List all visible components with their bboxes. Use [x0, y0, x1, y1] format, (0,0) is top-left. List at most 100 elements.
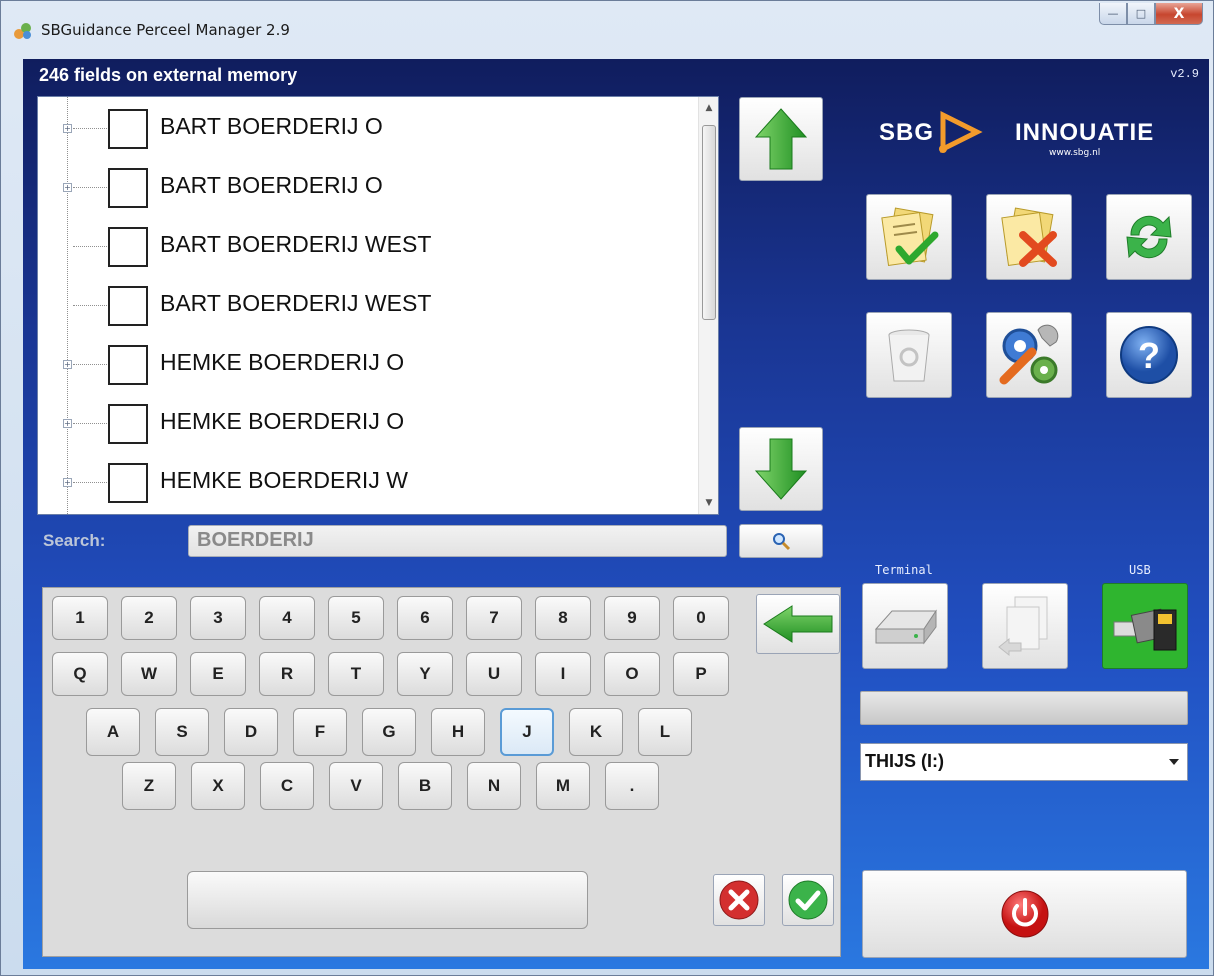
tree-connector	[73, 246, 107, 247]
terminal-label: Terminal	[875, 563, 933, 577]
refresh-icon	[1126, 215, 1172, 259]
tree-connector	[73, 364, 107, 365]
key-5[interactable]: 5	[328, 596, 384, 640]
key-p[interactable]: P	[673, 652, 729, 696]
move-down-button[interactable]	[739, 427, 823, 511]
field-row[interactable]: + HEMKE BOERDERIJ O	[38, 395, 698, 454]
expand-icon[interactable]: +	[63, 124, 72, 133]
confirm-key[interactable]	[782, 874, 834, 926]
tree-connector	[73, 482, 107, 483]
key-g[interactable]: G	[362, 708, 416, 756]
field-row[interactable]: + BART BOERDERIJ O	[38, 159, 698, 218]
key-u[interactable]: U	[466, 652, 522, 696]
copy-files-button[interactable]	[982, 583, 1068, 669]
key-z[interactable]: Z	[122, 762, 176, 810]
key-a[interactable]: A	[86, 708, 140, 756]
field-checkbox[interactable]	[108, 463, 148, 503]
minimize-button[interactable]: —	[1099, 3, 1127, 25]
field-row[interactable]: BART BOERDERIJ WEST	[38, 277, 698, 336]
usb-button[interactable]	[1102, 583, 1188, 669]
key-m[interactable]: M	[536, 762, 590, 810]
key-o[interactable]: O	[604, 652, 660, 696]
app-icon	[14, 23, 31, 39]
sync-button[interactable]	[1106, 194, 1192, 280]
key-r[interactable]: R	[259, 652, 315, 696]
expand-icon[interactable]: +	[63, 478, 72, 487]
key-l[interactable]: L	[638, 708, 692, 756]
delete-button[interactable]	[866, 312, 952, 398]
accept-files-button[interactable]	[866, 194, 952, 280]
expand-icon[interactable]: +	[63, 360, 72, 369]
cancel-key[interactable]	[713, 874, 765, 926]
key-c[interactable]: C	[260, 762, 314, 810]
key-t[interactable]: T	[328, 652, 384, 696]
documents-cross-icon	[1001, 207, 1057, 267]
tree-connector	[73, 305, 107, 306]
version-label: v2.9	[1170, 67, 1199, 81]
scroll-thumb[interactable]	[702, 125, 716, 320]
power-button[interactable]	[862, 870, 1187, 958]
key-f[interactable]: F	[293, 708, 347, 756]
logo-right-text: INNOUATIE	[1015, 119, 1154, 146]
scroll-down-arrow[interactable]: ▼	[699, 494, 718, 512]
expand-icon[interactable]: +	[63, 183, 72, 192]
key-1[interactable]: 1	[52, 596, 108, 640]
tree-scrollbar[interactable]: ▲ ▼	[698, 97, 718, 514]
settings-button[interactable]	[986, 312, 1072, 398]
space-key[interactable]	[187, 871, 588, 929]
close-button[interactable]: X	[1155, 3, 1203, 25]
search-input[interactable]: BOERDERIJ	[188, 525, 727, 557]
key-8[interactable]: 8	[535, 596, 591, 640]
magnifier-icon	[773, 533, 791, 551]
key-j[interactable]: J	[500, 708, 554, 756]
field-row[interactable]: + HEMKE BOERDERIJ O	[38, 336, 698, 395]
key-d[interactable]: D	[224, 708, 278, 756]
terminal-button[interactable]	[862, 583, 948, 669]
field-checkbox[interactable]	[108, 286, 148, 326]
field-checkbox[interactable]	[108, 227, 148, 267]
usb-label: USB	[1129, 563, 1151, 577]
field-row[interactable]: + HEMKE BOERDERIJ W	[38, 454, 698, 513]
field-label: BART BOERDERIJ O	[160, 172, 383, 198]
field-row[interactable]: + BART BOERDERIJ O	[38, 100, 698, 159]
backspace-key[interactable]	[756, 594, 840, 654]
key-i[interactable]: I	[535, 652, 591, 696]
search-label: Search:	[43, 531, 106, 550]
key-k[interactable]: K	[569, 708, 623, 756]
key-q[interactable]: Q	[52, 652, 108, 696]
help-button[interactable]: ?	[1106, 312, 1192, 398]
key-y[interactable]: Y	[397, 652, 453, 696]
drive-select[interactable]: THIJS (I:)	[860, 743, 1188, 781]
move-up-button[interactable]	[739, 97, 823, 181]
field-checkbox[interactable]	[108, 168, 148, 208]
field-tree[interactable]: + BART BOERDERIJ O + BART BOERDERIJ O BART B…	[37, 96, 719, 515]
key-9[interactable]: 9	[604, 596, 660, 640]
key-4[interactable]: 4	[259, 596, 315, 640]
onscreen-keyboard: 1234567890 QWERTYUIOP ASDFGHJKL ZXCVBNM.	[42, 587, 841, 957]
key-7[interactable]: 7	[466, 596, 522, 640]
key-b[interactable]: B	[398, 762, 452, 810]
field-checkbox[interactable]	[108, 404, 148, 444]
key-n[interactable]: N	[467, 762, 521, 810]
key-v[interactable]: V	[329, 762, 383, 810]
arrow-up-icon	[754, 108, 808, 170]
key-w[interactable]: W	[121, 652, 177, 696]
field-checkbox[interactable]	[108, 345, 148, 385]
key-s[interactable]: S	[155, 708, 209, 756]
key-e[interactable]: E	[190, 652, 246, 696]
key-3[interactable]: 3	[190, 596, 246, 640]
search-button[interactable]	[739, 524, 823, 558]
reject-files-button[interactable]	[986, 194, 1072, 280]
logo-url: www.sbg.nl	[1049, 148, 1100, 158]
expand-icon[interactable]: +	[63, 419, 72, 428]
field-checkbox[interactable]	[108, 109, 148, 149]
key-2[interactable]: 2	[121, 596, 177, 640]
key-0[interactable]: 0	[673, 596, 729, 640]
key-x[interactable]: X	[191, 762, 245, 810]
maximize-button[interactable]: □	[1127, 3, 1155, 25]
key-period[interactable]: .	[605, 762, 659, 810]
key-6[interactable]: 6	[397, 596, 453, 640]
scroll-up-arrow[interactable]: ▲	[699, 99, 718, 117]
field-row[interactable]: BART BOERDERIJ WEST	[38, 218, 698, 277]
key-h[interactable]: H	[431, 708, 485, 756]
